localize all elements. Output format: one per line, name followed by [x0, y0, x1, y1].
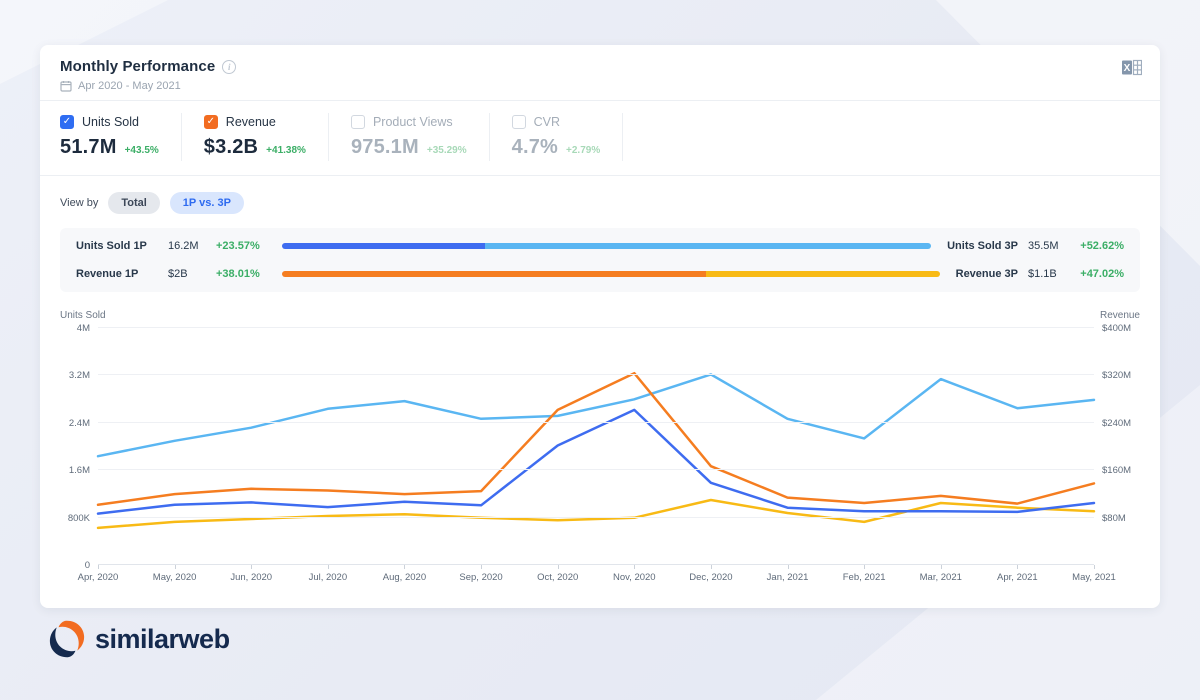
- month-label: Oct, 2020: [523, 572, 593, 583]
- line-units-sold-1p: [98, 410, 1094, 514]
- similarweb-logo-icon: [48, 620, 86, 658]
- metric-label: Product Views: [373, 115, 453, 129]
- month-label: Mar, 2021: [906, 572, 976, 583]
- x-axis: Apr, 2020May, 2020Jun, 2020Jul, 2020Aug,…: [98, 564, 1094, 590]
- revenue-comparison-row: Revenue 1P $2B +38.01% Revenue 3P $1.1B …: [76, 268, 1124, 280]
- view-by-1p-vs-3p-pill[interactable]: 1P vs. 3P: [170, 192, 244, 214]
- left-tick-label: 4M: [77, 323, 90, 334]
- metric-value: 51.7M: [60, 136, 117, 159]
- left-axis-title: Units Sold: [60, 310, 106, 321]
- right-tick-label: $400M: [1102, 323, 1131, 334]
- month-label: Nov, 2020: [599, 572, 669, 583]
- product-views-checkbox[interactable]: [351, 115, 365, 129]
- month-label: Apr, 2021: [982, 572, 1052, 583]
- similarweb-logo-text: similarweb: [95, 624, 230, 655]
- right-change-badge: +52.62%: [1072, 240, 1124, 252]
- month-label: Apr, 2020: [63, 572, 133, 583]
- units-sold-checkbox[interactable]: ✓: [60, 115, 74, 129]
- date-range-picker[interactable]: Apr 2020 - May 2021: [60, 80, 1140, 92]
- date-range-label: Apr 2020 - May 2021: [78, 80, 181, 92]
- right-tick-label: $80M: [1102, 513, 1126, 524]
- right-axis-ticks: $400M$320M$240M$160M$80M: [1094, 327, 1140, 564]
- right-axis-title: Revenue: [1100, 310, 1140, 321]
- left-tick-label: 1.6M: [69, 465, 90, 476]
- left-value: $2B: [168, 268, 216, 280]
- right-value: $1.1B: [1028, 268, 1072, 280]
- info-icon[interactable]: i: [222, 60, 236, 74]
- calendar-icon: [60, 80, 72, 92]
- metric-card-cvr[interactable]: CVR 4.7% +2.79%: [512, 113, 624, 161]
- month-label: May, 2021: [1059, 572, 1129, 583]
- comparison-panel: Units Sold 1P 16.2M +23.57% Units Sold 3…: [60, 228, 1140, 292]
- cvr-checkbox[interactable]: [512, 115, 526, 129]
- metric-value: 975.1M: [351, 136, 419, 159]
- right-change-badge: +47.02%: [1072, 268, 1124, 280]
- left-tick-label: 0: [85, 560, 90, 571]
- month-label: May, 2020: [140, 572, 210, 583]
- left-tick-label: 2.4M: [69, 418, 90, 429]
- left-axis-ticks: 4M3.2M2.4M1.6M800K0: [60, 327, 98, 564]
- left-label: Revenue 1P: [76, 268, 168, 280]
- view-by-toggle: View by Total 1P vs. 3P: [40, 176, 1160, 226]
- right-tick-label: $160M: [1102, 465, 1131, 476]
- metric-card-units-sold[interactable]: ✓ Units Sold 51.7M +43.5%: [60, 113, 182, 161]
- metric-change-badge: +41.38%: [266, 145, 306, 156]
- left-label: Units Sold 1P: [76, 240, 168, 252]
- month-label: Feb, 2021: [829, 572, 899, 583]
- metric-card-product-views[interactable]: Product Views 975.1M +35.29%: [351, 113, 490, 161]
- card-header: Monthly Performance i Apr 2020 - May 202…: [40, 45, 1160, 101]
- month-label: Jul, 2020: [293, 572, 363, 583]
- month-label: Dec, 2020: [676, 572, 746, 583]
- page-title: Monthly Performance: [60, 58, 215, 75]
- revenue-split-bar: [282, 271, 940, 277]
- metric-change-badge: +2.79%: [566, 145, 600, 156]
- monthly-performance-card: Monthly Performance i Apr 2020 - May 202…: [40, 45, 1160, 608]
- month-label: Jun, 2020: [216, 572, 286, 583]
- left-tick-label: 800K: [68, 513, 90, 524]
- chart-lines: [98, 327, 1094, 564]
- metric-value: $3.2B: [204, 136, 258, 159]
- month-label: Sep, 2020: [446, 572, 516, 583]
- view-by-total-pill[interactable]: Total: [108, 192, 159, 214]
- right-tick-label: $320M: [1102, 370, 1131, 381]
- units-sold-split-bar: [282, 243, 931, 249]
- line-revenue-3p: [98, 500, 1094, 528]
- view-by-label: View by: [60, 197, 98, 209]
- metric-change-badge: +43.5%: [125, 145, 159, 156]
- metric-card-revenue[interactable]: ✓ Revenue $3.2B +41.38%: [204, 113, 329, 161]
- metric-label: Revenue: [226, 115, 276, 129]
- line-units-sold-3p: [98, 374, 1094, 456]
- right-tick-label: $240M: [1102, 418, 1131, 429]
- month-label: Jan, 2021: [753, 572, 823, 583]
- revenue-checkbox[interactable]: ✓: [204, 115, 218, 129]
- left-change-badge: +38.01%: [216, 268, 282, 280]
- performance-line-chart: Units Sold Revenue 4M 3.2M 2.4M 1.6M 800K 0 $…: [40, 306, 1160, 590]
- right-label: Revenue 3P: [956, 268, 1018, 280]
- metric-label: CVR: [534, 115, 560, 129]
- excel-export-button[interactable]: X: [1122, 59, 1142, 81]
- units-sold-comparison-row: Units Sold 1P 16.2M +23.57% Units Sold 3…: [76, 240, 1124, 252]
- line-revenue-1p: [98, 373, 1094, 505]
- month-label: Aug, 2020: [369, 572, 439, 583]
- similarweb-branding: similarweb: [48, 620, 230, 658]
- left-tick-label: 3.2M: [69, 370, 90, 381]
- metric-value: 4.7%: [512, 136, 558, 159]
- metric-label: Units Sold: [82, 115, 139, 129]
- left-change-badge: +23.57%: [216, 240, 282, 252]
- chart-plot-area: [98, 327, 1094, 564]
- left-value: 16.2M: [168, 240, 216, 252]
- metric-change-badge: +35.29%: [427, 145, 467, 156]
- excel-export-icon: X: [1122, 59, 1142, 76]
- right-label: Units Sold 3P: [947, 240, 1018, 252]
- right-value: 35.5M: [1028, 240, 1072, 252]
- svg-text:X: X: [1124, 63, 1131, 74]
- metric-cards-row: ✓ Units Sold 51.7M +43.5% ✓ Revenue $3.2…: [40, 101, 1160, 176]
